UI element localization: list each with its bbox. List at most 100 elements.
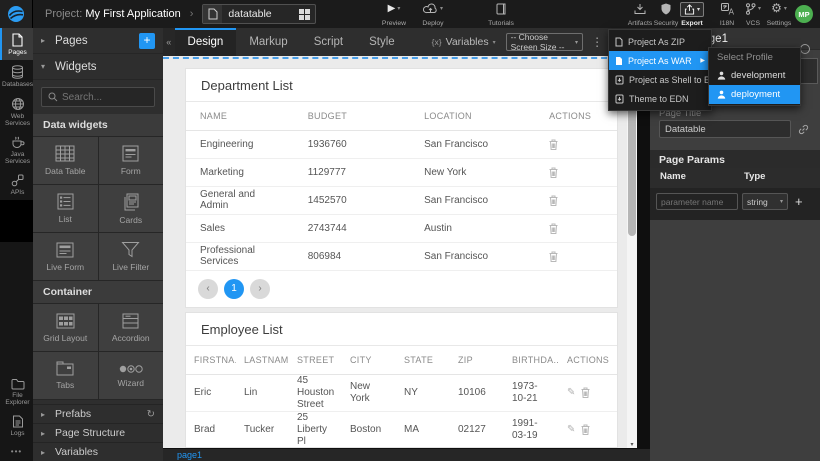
column-header[interactable]: STREET [289,346,342,374]
page-title-input[interactable] [659,120,791,138]
widget-tile-live-form[interactable]: Live Form [33,233,98,280]
employee-list-widget[interactable]: Employee List FIRSTNA... LASTNAME STREET… [185,312,618,448]
table-row[interactable]: Brad Tucker 25 Liberty Pl Boston MA 0212… [186,411,618,448]
variables-accordion-header[interactable]: ▸ Variables [33,442,163,461]
design-canvas[interactable]: Department List NAME BUDGET LOCATION ACT… [163,56,637,448]
add-param-button[interactable]: + [795,194,803,209]
add-page-button[interactable]: + [139,33,155,49]
widget-tile-live-filter[interactable]: Live Filter [99,233,164,280]
prefabs-accordion-header[interactable]: ▸ Prefabs ↻ [33,404,163,423]
widget-tile-accordion[interactable]: Accordion [99,304,164,351]
kebab-menu-icon[interactable]: ⋮ [591,35,603,49]
table-row[interactable]: Marketing 1129777 New York [186,158,617,186]
partial-control[interactable] [798,58,818,84]
chevron-down-icon[interactable]: ▾ [440,5,443,12]
menu-item-project-as-war[interactable]: Project As WAR ▶ [609,51,711,70]
chevron-down-icon[interactable]: ▾ [697,6,700,13]
widgets-accordion-header[interactable]: ▾ Widgets [33,54,163,80]
security-button[interactable]: Security [653,2,679,27]
widget-tile-grid-layout[interactable]: Grid Layout [33,304,98,351]
rail-item-apis[interactable]: APIs [0,169,33,200]
chevron-down-icon[interactable]: ▾ [784,5,787,12]
artifacts-button[interactable]: Artifacts [627,2,653,27]
param-type-select[interactable]: string ▾ [742,193,788,210]
tab-script[interactable]: Script [301,28,356,56]
column-header[interactable]: CITY [342,346,396,374]
submenu-item-deployment[interactable]: deployment [709,85,800,104]
sync-icon[interactable] [800,44,810,54]
delete-row-icon[interactable] [549,251,558,262]
screen-size-select[interactable]: -- Choose Screen Size -- ▾ [506,33,583,51]
deploy-button[interactable]: ▾ Deploy [420,2,446,27]
i18n-button[interactable]: A I18N [714,2,740,27]
page-prev-button[interactable]: ‹ [198,279,218,299]
column-header[interactable]: BUDGET [294,102,410,130]
page-selector[interactable]: datatable [202,4,316,24]
column-header[interactable]: BIRTHDA... [504,346,559,374]
widget-tile-cards[interactable]: Cards [99,185,164,232]
table-row[interactable]: General and Admin 1452570 San Francisco [186,186,617,214]
pages-accordion-header[interactable]: ▸ Pages + [33,28,163,54]
tab-style[interactable]: Style [356,28,408,56]
cell-firstname: Eric [186,374,236,411]
rail-item-logs[interactable]: Logs [0,410,33,441]
param-name-input[interactable] [656,193,738,210]
page-structure-accordion-header[interactable]: ▸ Page Structure [33,423,163,442]
edit-row-icon[interactable]: ✎ [567,387,575,399]
widget-tile-tabs[interactable]: Tabs [33,352,98,399]
column-header[interactable]: NAME [186,102,294,130]
chevron-down-icon[interactable]: ▾ [758,5,761,12]
delete-row-icon[interactable] [549,167,558,178]
canvas-scrollbar[interactable]: ▾ [627,56,637,448]
page-next-button[interactable]: › [250,279,270,299]
vcs-button[interactable]: ▾ VCS [740,2,766,27]
menu-item-theme-to-edn[interactable]: Theme to EDN [609,89,711,108]
menu-item-project-as-zip[interactable]: Project As ZIP [609,32,711,51]
rail-item-pages[interactable]: Pages [0,28,33,60]
table-row[interactable]: Sales 2743744 Austin [186,214,617,242]
widget-tile-wizard[interactable]: Wizard [99,352,164,399]
widget-tile-form[interactable]: Form [99,137,164,184]
delete-row-icon[interactable] [549,139,558,150]
collapse-panel-button[interactable]: « [163,28,175,56]
refresh-icon[interactable]: ↻ [147,409,155,420]
column-header[interactable]: FIRSTNA... [186,346,236,374]
open-page-tab[interactable]: page1 [163,450,202,460]
export-button[interactable]: ▾ Export [679,2,705,27]
tutorials-button[interactable]: Tutorials [488,2,514,27]
page-number-button[interactable]: 1 [224,279,244,299]
rail-item-web-services[interactable]: Web Services [0,92,33,131]
user-avatar[interactable]: MP [795,5,813,23]
column-header[interactable]: LASTNAME [236,346,289,374]
widget-tile-list[interactable]: List [33,185,98,232]
column-header[interactable]: STATE [396,346,450,374]
column-header[interactable]: ZIP [450,346,504,374]
rail-item-file-explorer[interactable]: File Explorer [0,373,33,410]
column-header[interactable]: LOCATION [410,102,535,130]
menu-item-project-as-shell-to-edn[interactable]: Project as Shell to EDN [609,70,711,89]
widget-tile-data-table[interactable]: Data Table [33,137,98,184]
department-list-widget[interactable]: Department List NAME BUDGET LOCATION ACT… [185,68,618,308]
table-row[interactable]: Professional Services 806984 San Francis… [186,242,617,270]
delete-row-icon[interactable] [581,387,590,398]
link-icon[interactable] [798,124,809,135]
settings-button[interactable]: ⚙ ▾ Settings [766,2,792,27]
preview-button[interactable]: ▶▾ Preview [381,2,407,27]
delete-row-icon[interactable] [549,195,558,206]
variables-dropdown[interactable]: {x} Variables ▾ [432,36,496,48]
rail-item-java-services[interactable]: Java Services [0,131,33,169]
delete-row-icon[interactable] [549,223,558,234]
chevron-down-icon[interactable]: ▾ [397,5,400,12]
delete-row-icon[interactable] [581,424,590,435]
rail-item-databases[interactable]: Databases [0,60,33,92]
scroll-down-icon[interactable]: ▾ [627,441,637,448]
widget-search-input[interactable] [62,92,148,103]
grid-view-icon[interactable] [299,9,310,20]
tab-design[interactable]: Design [175,28,237,56]
edit-row-icon[interactable]: ✎ [567,424,575,436]
table-row[interactable]: Engineering 1936760 San Francisco [186,130,617,158]
table-row[interactable]: Eric Lin 45 Houston Street New York NY 1… [186,374,618,411]
tab-markup[interactable]: Markup [236,28,300,56]
rail-overflow-icon[interactable]: ••• [0,441,33,461]
submenu-item-development[interactable]: development [709,66,800,85]
